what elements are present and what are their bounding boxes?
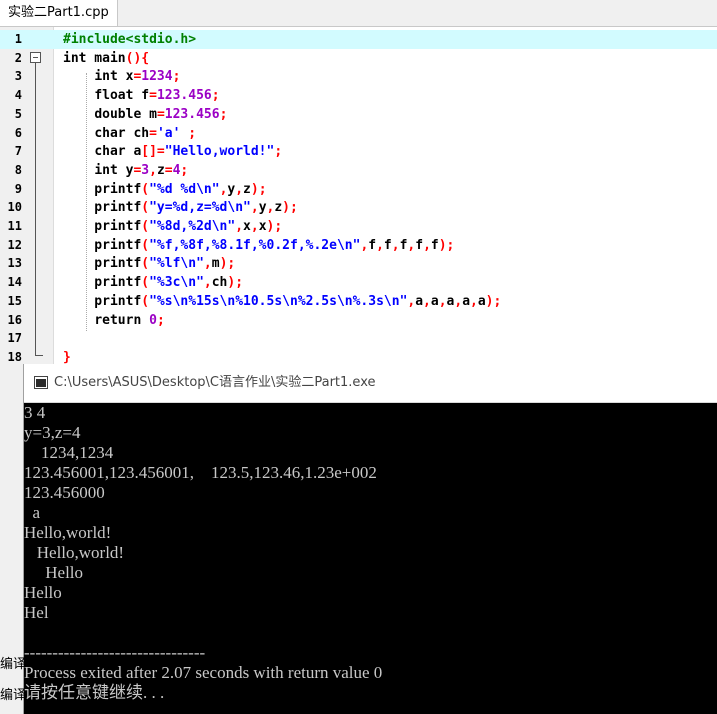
- code-line[interactable]: 3 int x=1234;: [0, 67, 717, 86]
- code-text: return 0;: [94, 312, 165, 328]
- file-tab-label: 实验二Part1.cpp: [8, 5, 109, 20]
- code-line[interactable]: 13 printf("%lf\n",m);: [0, 254, 717, 273]
- code-line[interactable]: 4 float f=123.456;: [0, 86, 717, 105]
- line-number: 4: [14, 88, 22, 103]
- console-output-line: 123.456000: [24, 483, 105, 502]
- console-output: 3 4 y=3,z=4 1234,1234 123.456001,123.45600…: [24, 403, 717, 714]
- code-text: printf("%8d,%2d\n",x,x);: [63, 219, 283, 234]
- line-number: 10: [7, 200, 22, 215]
- line-number: 18: [7, 349, 22, 364]
- code-text: char ch='a' ;: [94, 125, 197, 141]
- tab-bar: 实验二Part1.cpp: [0, 0, 717, 27]
- code-text: float f=123.456;: [94, 88, 220, 104]
- console-window[interactable]: C:\Users\ASUS\Desktop\C语言作业\实验二Part1.exe…: [23, 364, 717, 714]
- code-line[interactable]: 1 #include<stdio.h>: [0, 30, 717, 49]
- code-text: int y=3,z=4;: [94, 162, 189, 178]
- line-number: 5: [14, 106, 22, 121]
- line-number: 6: [14, 125, 22, 140]
- code-text: printf("%d %d\n",y,z);: [63, 181, 267, 197]
- line-number: 14: [7, 275, 22, 290]
- console-output-line: y=3,z=4: [24, 423, 81, 442]
- console-output-line: Hel: [24, 603, 49, 622]
- code-line[interactable]: 16 return 0;: [0, 311, 717, 330]
- console-output-line: 请按任意键继续. . .: [24, 683, 165, 702]
- console-output-line: 123.456001,123.456001, 123.5,123.46,1.23…: [24, 463, 377, 482]
- code-line[interactable]: 17: [0, 329, 717, 348]
- console-title-bar[interactable]: C:\Users\ASUS\Desktop\C语言作业\实验二Part1.exe: [24, 364, 717, 403]
- code-line[interactable]: 14 printf("%3c\n",ch);: [0, 273, 717, 292]
- line-number: 1: [14, 32, 22, 46]
- console-output-line: --------------------------------: [24, 643, 206, 662]
- code-text: int main(){: [63, 50, 150, 66]
- line-number: 13: [7, 256, 22, 271]
- line-number: 9: [14, 181, 22, 196]
- compiler-tab-label: 编译: [0, 657, 27, 672]
- console-output-line: Hello,world!: [24, 523, 112, 542]
- line-number: 16: [7, 312, 22, 327]
- console-app-icon: [34, 376, 48, 389]
- code-line[interactable]: 6 char ch='a' ;: [0, 124, 717, 143]
- line-number: 3: [14, 69, 22, 84]
- line-number: 17: [7, 331, 22, 346]
- code-text: char a[]="Hello,world!";: [94, 144, 283, 160]
- code-text: printf("y=%d,z=%d\n",y,z);: [63, 200, 298, 216]
- console-output-line: Process exited after 2.07 seconds with r…: [24, 663, 383, 682]
- code-text: double m=123.456;: [94, 106, 228, 122]
- code-text: printf("%s\n%15s\n%10.5s\n%2.5s\n%.3s\n"…: [63, 293, 502, 309]
- code-line[interactable]: 10 printf("y=%d,z=%d\n",y,z);: [0, 198, 717, 217]
- console-output-line: Hello: [24, 563, 84, 582]
- line-number: 12: [7, 237, 22, 252]
- code-editor[interactable]: 1 #include<stdio.h> 2 int main(){3 int x=12…: [0, 27, 717, 367]
- console-output-line: 1234,1234: [24, 443, 114, 462]
- code-line[interactable]: 5 double m=123.456;: [0, 105, 717, 124]
- code-line[interactable]: 9 printf("%d %d\n",y,z);: [0, 180, 717, 199]
- console-output-line: Hello,world!: [24, 543, 125, 562]
- line-number: 8: [14, 162, 22, 177]
- file-tab[interactable]: 实验二Part1.cpp: [0, 0, 118, 26]
- console-output-line: a: [24, 503, 41, 522]
- code-line[interactable]: 2 int main(){: [0, 49, 717, 68]
- line-number: 15: [7, 293, 22, 308]
- code-line[interactable]: 11 printf("%8d,%2d\n",x,x);: [0, 217, 717, 236]
- console-output-line: Hello: [24, 583, 62, 602]
- compiler-panel-strip: 编译 编译: [0, 640, 27, 714]
- code-text: int x=1234;: [94, 69, 181, 85]
- line-number: 7: [14, 144, 22, 159]
- code-line[interactable]: 15 printf("%s\n%15s\n%10.5s\n%2.5s\n%.3s…: [0, 292, 717, 311]
- compiler-tab-label-2: 编译: [0, 688, 27, 703]
- code-text: printf("%lf\n",m);: [63, 256, 236, 272]
- code-line[interactable]: 8 int y=3,z=4;: [0, 161, 717, 180]
- code-line[interactable]: 7 char a[]="Hello,world!";: [0, 142, 717, 161]
- console-output-line: 3 4: [24, 403, 46, 422]
- code-text: #include<stdio.h>: [63, 32, 197, 47]
- line-number: 11: [7, 219, 22, 233]
- console-title: C:\Users\ASUS\Desktop\C语言作业\实验二Part1.exe: [54, 375, 376, 390]
- code-line[interactable]: 12 printf("%f,%8f,%8.1f,%0.2f,%.2e\n",f,…: [0, 236, 717, 255]
- code-text: printf("%3c\n",ch);: [63, 275, 244, 291]
- code-text: printf("%f,%8f,%8.1f,%0.2f,%.2e\n",f,f,f…: [63, 237, 455, 253]
- line-number: 2: [14, 50, 22, 65]
